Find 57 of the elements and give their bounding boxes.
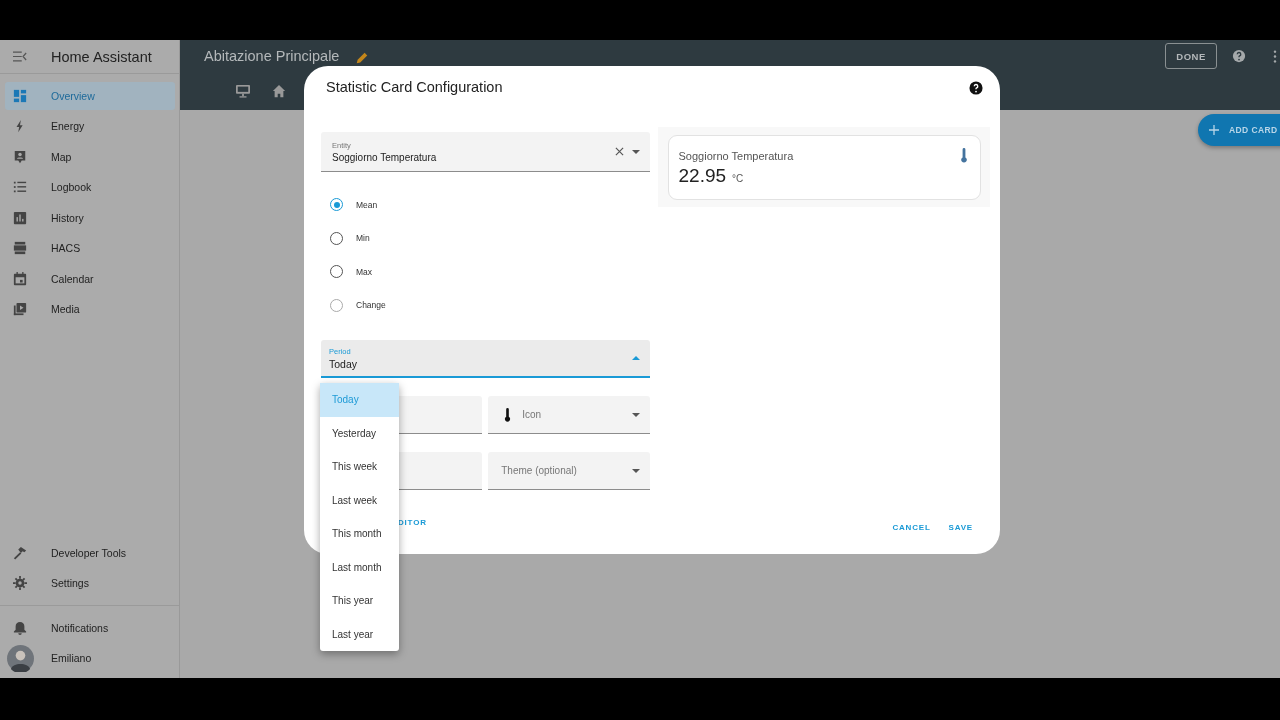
sidebar-item[interactable]: Calendar — [5, 265, 175, 293]
clear-icon[interactable] — [614, 147, 624, 156]
list-icon — [13, 180, 27, 195]
card-value: 22.95 — [678, 165, 727, 187]
dialog-title: Statistic Card Configuration — [326, 79, 504, 95]
home-icon[interactable] — [271, 84, 287, 98]
bell-icon — [13, 620, 27, 635]
dashboard-icon — [13, 88, 27, 103]
person-pin-icon — [13, 149, 27, 164]
theme-field[interactable]: Theme (optional) — [499, 464, 632, 477]
menu-item[interactable]: This week — [320, 450, 399, 484]
help-icon[interactable] — [969, 81, 983, 95]
menu-item[interactable]: This year — [320, 584, 399, 618]
user-item[interactable]: Emiliano — [5, 644, 175, 672]
caret-icon — [631, 356, 640, 360]
dashboard-title: Abitazione Principale — [204, 48, 340, 64]
bar-chart-icon — [13, 210, 27, 225]
monitor-icon[interactable] — [235, 84, 251, 98]
play-icon — [13, 302, 27, 317]
sidebar-item[interactable]: Media — [5, 295, 175, 323]
sidebar-item[interactable]: Map — [5, 143, 175, 171]
menu-item[interactable]: Last week — [320, 483, 399, 517]
theme-select[interactable]: Theme (optional) — [488, 452, 650, 490]
caret-icon — [631, 468, 640, 473]
more-icon[interactable] — [1273, 49, 1277, 63]
gear-icon — [13, 576, 27, 591]
thermometer-icon — [504, 407, 512, 422]
icon-field[interactable]: Icon — [520, 408, 632, 421]
hammer-icon — [13, 545, 27, 560]
sidebar-item[interactable]: Logbook — [5, 173, 175, 201]
radio-option[interactable]: Change — [321, 288, 650, 322]
menu-icon[interactable] — [13, 51, 27, 62]
icon-select[interactable]: Icon — [488, 396, 650, 434]
calendar-icon — [13, 271, 27, 286]
caret-icon[interactable] — [631, 149, 640, 154]
menu-item[interactable]: Last year — [320, 617, 399, 651]
sidebar-item[interactable]: Energy — [5, 112, 175, 140]
notifications-item[interactable]: Notifications — [5, 614, 175, 642]
menu-item[interactable]: Yesterday — [320, 416, 399, 450]
thermometer-icon — [960, 148, 968, 163]
radio-option[interactable]: Min — [321, 221, 650, 255]
sidebar-item[interactable]: Settings — [5, 569, 175, 597]
card-unit: °C — [732, 173, 744, 184]
app-title: Home Assistant — [51, 48, 152, 65]
sidebar-item[interactable]: History — [5, 204, 175, 232]
card-name: Soggiorno Temperatura — [678, 149, 794, 162]
done-button[interactable]: DONE — [1165, 43, 1217, 69]
avatar-icon — [7, 644, 34, 672]
menu-item[interactable]: This month — [320, 517, 399, 551]
radio-option[interactable]: Max — [321, 255, 650, 289]
store-icon — [13, 241, 27, 256]
sidebar-item[interactable]: Developer Tools — [5, 539, 175, 567]
plus-icon — [1209, 125, 1219, 135]
caret-icon — [631, 412, 640, 417]
radio-option[interactable]: Mean — [321, 188, 650, 222]
sidebar-item[interactable]: HACS — [5, 234, 175, 262]
menu-item[interactable]: Last month — [320, 550, 399, 584]
